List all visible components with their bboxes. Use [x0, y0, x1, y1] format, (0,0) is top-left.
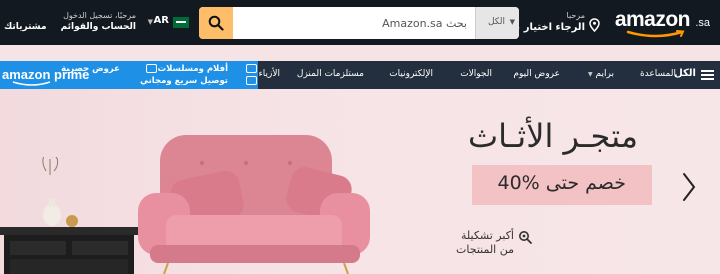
magnifier-icon: [519, 231, 532, 244]
deliver-to-address[interactable]: مرحبا الرجاء اختيار عنوانك: [487, 9, 600, 37]
nav-item-electronics[interactable]: الإلكترونيات: [389, 69, 433, 79]
logo-wordmark: amazon: [614, 8, 691, 31]
prime-banner[interactable]: amazon prime أفلام ومسلسلات عروض حصرية ت…: [0, 61, 258, 89]
nav-item-home[interactable]: مستلزمات المنزل: [297, 69, 364, 79]
nav-item-fashion[interactable]: الأزياء: [259, 69, 280, 79]
truck-icon: [246, 76, 257, 85]
nav-item-prime[interactable]: برايم ▼: [588, 69, 614, 79]
smile-arrow-icon: [12, 81, 51, 86]
account-greeting: مرحبًا، تسجيل الدخول: [63, 11, 136, 20]
hero-banner[interactable]: متجـر الأثـاث خصم حتى %40 أكبر تشكيلة من…: [0, 89, 720, 274]
explore-line-1: أكبر تشكيلة: [461, 229, 514, 242]
logo-tld: .sa: [695, 17, 710, 29]
search-category-dropdown[interactable]: الكل ▼: [475, 7, 519, 39]
caret-down-icon: ▼: [147, 18, 153, 26]
search-bar: الكل ▼: [199, 7, 519, 39]
language-code: AR: [153, 15, 169, 26]
nav-item-help[interactable]: المساعدة: [640, 69, 676, 79]
saudi-flag-icon: [173, 17, 189, 28]
caret-down-icon: ▼: [588, 71, 593, 78]
video-icon: [246, 64, 257, 73]
search-input[interactable]: [233, 7, 475, 39]
explore-line-2: من المنتجات: [456, 243, 514, 256]
tag-icon: [146, 64, 157, 73]
account-label: الحساب والقوائم: [60, 22, 136, 32]
prime-feature-video: أفلام ومسلسلات: [157, 64, 228, 74]
tv-cabinet-image: [0, 157, 138, 274]
top-header: amazon .sa مرحبا الرجاء اختيار عنوانك ال…: [0, 0, 720, 45]
hero-title: متجـر الأثـاث: [468, 117, 638, 155]
nav-all-label: الكل: [674, 68, 696, 79]
amazon-logo[interactable]: amazon .sa: [614, 8, 710, 38]
caret-down-icon: ▼: [509, 18, 515, 26]
account-and-lists[interactable]: مرحبًا، تسجيل الدخول الحساب والقوائم: [61, 9, 136, 37]
discount-badge: خصم حتى %40: [472, 165, 652, 205]
prime-feature-delivery: توصيل سريع ومجاني: [139, 76, 228, 86]
nav-item-mobiles[interactable]: الجوالات: [460, 69, 492, 79]
chevron-right-icon[interactable]: [680, 171, 698, 203]
orders-link[interactable]: مشترياتك: [4, 22, 47, 32]
explore-selection: أكبر تشكيلة من المنتجات: [456, 229, 532, 263]
sofa-image: [138, 135, 370, 274]
smile-arrow-icon: [626, 30, 685, 38]
discount-text: خصم حتى %40: [497, 172, 626, 194]
nav-item-prime-label: برايم: [595, 69, 614, 79]
language-selector[interactable]: AR ▼: [145, 14, 189, 30]
prime-feature-deals: عروض حصرية: [61, 64, 120, 74]
deliver-greeting: مرحبا: [566, 11, 586, 20]
search-button[interactable]: [199, 7, 233, 39]
search-icon: [208, 15, 224, 31]
nav-bar: الكل المساعدة برايم ▼ عروض اليوم الجوالا…: [0, 61, 720, 89]
nav-item-todays-deals[interactable]: عروض اليوم: [513, 69, 560, 79]
hamburger-menu-icon: [701, 70, 714, 80]
search-category-label: الكل: [487, 17, 505, 27]
location-pin-icon: [589, 18, 600, 32]
